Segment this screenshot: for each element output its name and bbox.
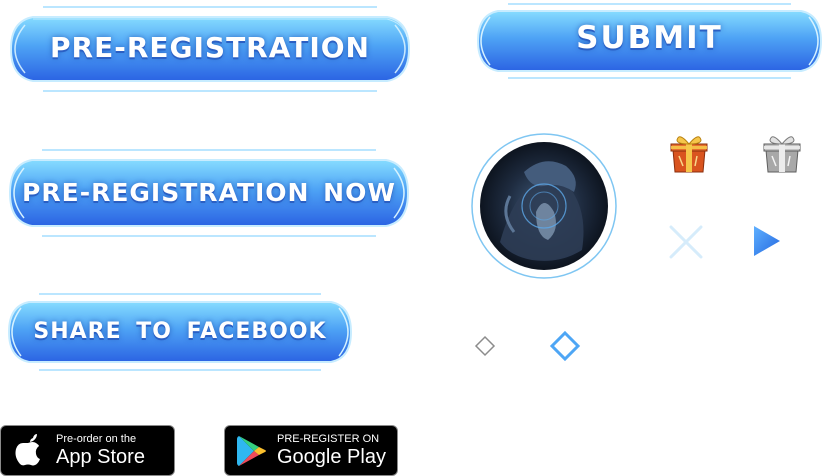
- share-to-facebook-label: SHARE TO FACEBOOK: [33, 318, 327, 344]
- play-icon[interactable]: [752, 224, 782, 258]
- share-to-facebook-button[interactable]: SHARE TO FACEBOOK: [3, 292, 357, 372]
- google-play-small-text: PRE-REGISTER ON: [277, 433, 380, 445]
- diamond-outline-small-icon[interactable]: [474, 335, 496, 357]
- diamond-outline-blue-icon[interactable]: [549, 330, 581, 362]
- pre-registration-label: PRE-REGISTRATION: [50, 30, 370, 64]
- pre-registration-now-button[interactable]: PRE-REGISTRATION NOW: [2, 146, 416, 240]
- pre-registration-button[interactable]: PRE-REGISTRATION: [3, 3, 417, 95]
- google-play-icon: [237, 436, 266, 466]
- app-store-badge[interactable]: Pre-order on the App Store: [0, 425, 175, 476]
- pre-registration-now-label: PRE-REGISTRATION NOW: [22, 177, 396, 207]
- google-play-badge[interactable]: PRE-REGISTER ON Google Play: [224, 425, 398, 476]
- gift-box-gold-icon[interactable]: [667, 132, 711, 176]
- character-avatar[interactable]: [470, 132, 618, 280]
- close-icon[interactable]: [668, 224, 704, 260]
- gift-box-silver-icon[interactable]: [760, 132, 804, 176]
- submit-button[interactable]: SUBMIT: [472, 3, 827, 79]
- google-play-big-text: Google Play: [277, 446, 386, 468]
- app-store-small-text: Pre-order on the: [56, 433, 137, 445]
- apple-icon: [15, 434, 40, 466]
- submit-label: SUBMIT: [576, 20, 723, 56]
- app-store-big-text: App Store: [56, 446, 145, 468]
